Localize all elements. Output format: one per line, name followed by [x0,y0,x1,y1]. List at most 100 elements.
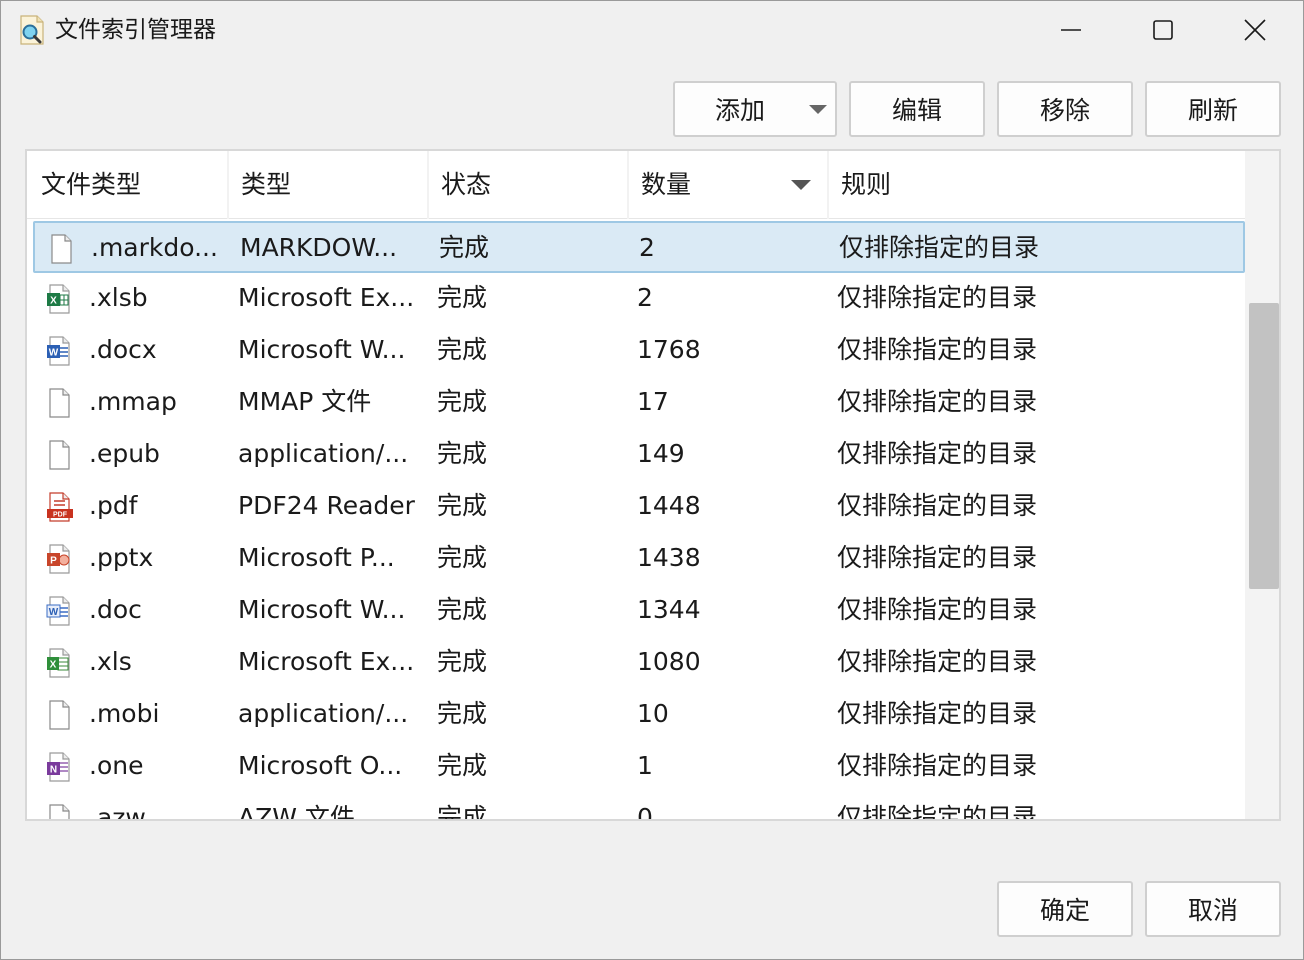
file-extension-cell: .mobi [89,699,160,728]
status-cell: 完成 [437,543,488,572]
rule-cell: 仅排除指定的目录 [837,595,1038,624]
status-cell: 完成 [437,595,488,624]
file-type-cell: Microsoft W... [238,335,406,364]
word-legacy-file-icon: W [43,585,79,637]
count-cell: 1438 [637,543,701,572]
column-header-type[interactable]: 类型 [227,151,427,219]
svg-text:W: W [49,607,59,618]
file-extension-cell: .docx [89,335,157,364]
rule-cell: 仅排除指定的目录 [837,387,1038,416]
rule-cell: 仅排除指定的目录 [837,543,1038,572]
chevron-down-icon[interactable] [809,105,827,114]
svg-text:N: N [50,765,57,776]
table-row[interactable]: .azw AZW 文件 完成 0 仅排除指定的目录 [33,793,1245,821]
status-cell: 完成 [437,491,488,520]
rule-cell: 仅排除指定的目录 [837,803,1038,821]
blank-file-icon [43,429,79,481]
blank-file-icon [45,223,81,275]
rule-cell: 仅排除指定的目录 [839,233,1040,262]
file-type-cell: AZW 文件 [238,803,355,821]
add-button-label: 添加 [715,96,766,125]
count-cell: 1448 [637,491,701,520]
count-cell: 1768 [637,335,701,364]
file-type-list[interactable]: 文件类型 类型 状态 数量 规则 .markdo... MARKDOW... 完成 2… [25,149,1281,821]
count-cell: 1080 [637,647,701,676]
file-extension-cell: .doc [89,595,142,624]
rule-cell: 仅排除指定的目录 [837,647,1038,676]
status-cell: 完成 [437,803,488,821]
refresh-button[interactable]: 刷新 [1145,81,1281,137]
rule-cell: 仅排除指定的目录 [837,335,1038,364]
cancel-button[interactable]: 取消 [1145,881,1281,937]
remove-button[interactable]: 移除 [997,81,1133,137]
table-row[interactable]: .mobi application/... 完成 10 仅排除指定的目录 [33,689,1245,741]
column-header-rule[interactable]: 规则 [827,151,1245,219]
powerpoint-file-icon: P [43,533,79,585]
vertical-scrollbar[interactable] [1245,151,1279,819]
table-row[interactable]: X .xlsb Microsoft Ex... 完成 2 仅排除指定的目录 [33,273,1245,325]
file-type-cell: Microsoft O... [238,751,403,780]
table-row[interactable]: X .xls Microsoft Ex... 完成 1080 仅排除指定的目录 [33,637,1245,689]
file-type-cell: MMAP 文件 [238,387,372,416]
svg-text:X: X [50,296,57,307]
count-cell: 149 [637,439,685,468]
file-type-cell: application/... [238,699,409,728]
status-cell: 完成 [439,233,490,262]
file-extension-cell: .markdo... [91,233,218,262]
excel-legacy-file-icon: X [43,637,79,689]
rule-cell: 仅排除指定的目录 [837,751,1038,780]
status-cell: 完成 [437,283,488,312]
table-row[interactable]: W .doc Microsoft W... 完成 1344 仅排除指定的目录 [33,585,1245,637]
rule-cell: 仅排除指定的目录 [837,491,1038,520]
maximize-button[interactable] [1117,1,1209,59]
count-cell: 2 [637,283,653,312]
edit-button[interactable]: 编辑 [849,81,985,137]
add-dropdown-button[interactable]: 添加 [673,81,837,137]
file-type-cell: Microsoft Ex... [238,283,415,312]
table-row[interactable]: .markdo... MARKDOW... 完成 2 仅排除指定的目录 [33,221,1245,273]
file-type-cell: PDF24 Reader [238,491,415,520]
count-cell: 1 [637,751,653,780]
status-cell: 完成 [437,699,488,728]
file-extension-cell: .epub [89,439,160,468]
magnifier-document-icon [17,15,47,45]
count-cell: 10 [637,699,669,728]
file-type-cell: Microsoft W... [238,595,406,624]
scrollbar-thumb[interactable] [1249,303,1279,589]
list-header: 文件类型 类型 状态 数量 规则 [27,151,1245,219]
minimize-icon [1061,29,1081,31]
status-cell: 完成 [437,387,488,416]
word-file-icon: W [43,325,79,377]
blank-file-icon [43,793,79,819]
onenote-file-icon: N [43,741,79,793]
svg-text:X: X [50,660,57,671]
table-row[interactable]: P .pptx Microsoft P... 完成 1438 仅排除指定的目录 [33,533,1245,585]
title-bar[interactable]: 文件索引管理器 [1,1,1303,59]
ok-button[interactable]: 确定 [997,881,1133,937]
svg-text:W: W [49,348,59,359]
table-row[interactable]: N .one Microsoft O... 完成 1 仅排除指定的目录 [33,741,1245,793]
file-type-cell: MARKDOW... [240,233,398,262]
table-row[interactable]: .mmap MMAP 文件 完成 17 仅排除指定的目录 [33,377,1245,429]
column-header-file-type[interactable]: 文件类型 [27,151,227,219]
file-type-cell: Microsoft Ex... [238,647,415,676]
status-cell: 完成 [437,751,488,780]
minimize-button[interactable] [1025,1,1117,59]
maximize-icon [1153,20,1173,40]
rule-cell: 仅排除指定的目录 [837,283,1038,312]
file-extension-cell: .xls [89,647,132,676]
table-row[interactable]: .epub application/... 完成 149 仅排除指定的目录 [33,429,1245,481]
count-cell: 0 [637,803,653,821]
status-cell: 完成 [437,335,488,364]
column-header-status[interactable]: 状态 [427,151,627,219]
table-row[interactable]: PDF .pdf PDF24 Reader 完成 1448 仅排除指定的目录 [33,481,1245,533]
status-cell: 完成 [437,439,488,468]
file-index-manager-window: 文件索引管理器 添加 编辑 移除 刷新 文件类型 类型 状态 数量 规则 .ma [0,0,1304,960]
blank-file-icon [43,377,79,429]
blank-file-icon [43,689,79,741]
count-cell: 1344 [637,595,701,624]
svg-text:P: P [50,556,57,567]
close-button[interactable] [1209,1,1301,59]
table-row[interactable]: W .docx Microsoft W... 完成 1768 仅排除指定的目录 [33,325,1245,377]
status-cell: 完成 [437,647,488,676]
